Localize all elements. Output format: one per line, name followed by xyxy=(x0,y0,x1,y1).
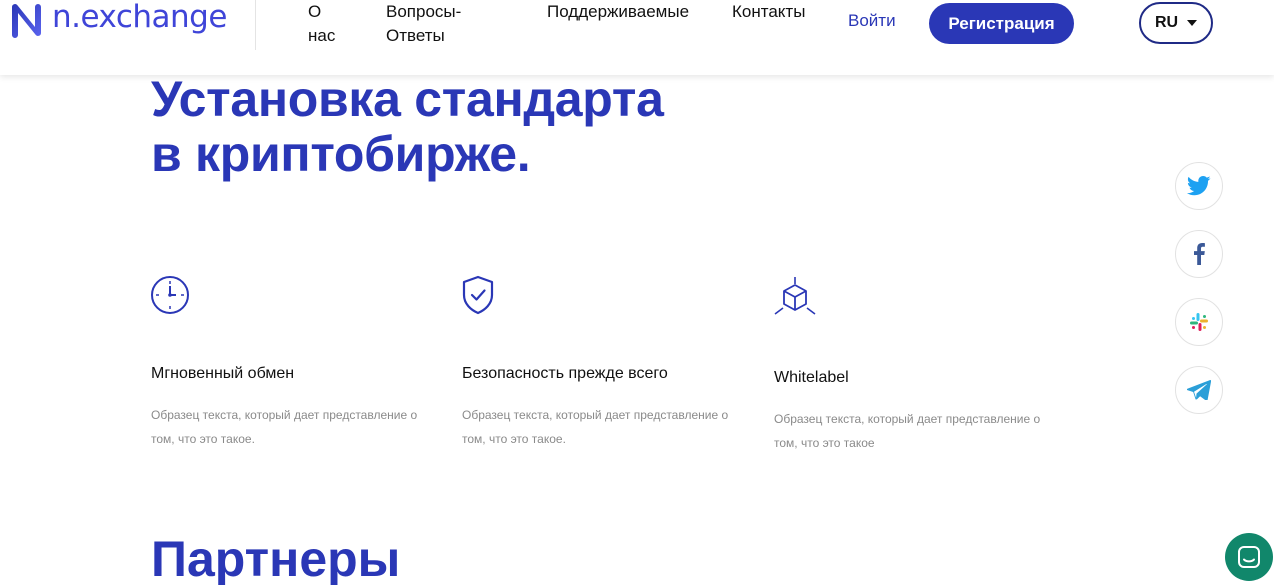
social-slack[interactable] xyxy=(1175,298,1223,346)
feature-description: Образец текста, который дает представлен… xyxy=(151,408,418,446)
site-header: n.exchange О нас Вопросы-Ответы Поддержи… xyxy=(0,0,1274,75)
language-label: RU xyxy=(1154,14,1179,31)
slack-icon xyxy=(1190,313,1208,331)
language-selector[interactable]: RU xyxy=(1139,2,1213,44)
feature-title: Whitelabel xyxy=(774,369,849,386)
register-button[interactable]: Регистрация xyxy=(929,3,1074,44)
nav-about[interactable]: О нас xyxy=(308,0,348,48)
nav-contacts[interactable]: Контакты xyxy=(732,0,805,24)
feature-description: Образец текста, который дает представлен… xyxy=(462,408,729,446)
nav-faq[interactable]: Вопросы-Ответы xyxy=(386,0,476,48)
hero-title-line-1: Установка стандарта xyxy=(151,71,664,127)
social-telegram[interactable] xyxy=(1175,366,1223,414)
nav-supported[interactable]: Поддерживаемые xyxy=(547,0,689,24)
header-divider xyxy=(255,0,256,50)
shield-check-icon xyxy=(462,275,494,315)
partners-title: Партнеры xyxy=(151,531,401,585)
logo[interactable]: n.exchange xyxy=(7,0,227,40)
logo-mark-icon xyxy=(12,4,41,38)
hero-title: Установка стандарта в криптобирже. xyxy=(151,72,664,182)
facebook-icon xyxy=(1194,243,1205,265)
social-facebook[interactable] xyxy=(1175,230,1223,278)
twitter-icon xyxy=(1187,176,1211,196)
chat-icon xyxy=(1238,546,1260,568)
chat-widget-button[interactable] xyxy=(1225,533,1273,581)
hero-title-line-2: в криптобирже. xyxy=(151,126,531,182)
logo-text: n.exchange xyxy=(52,0,227,35)
cube-icon xyxy=(774,277,816,315)
clock-icon xyxy=(151,276,189,314)
login-link[interactable]: Войти xyxy=(848,11,896,31)
telegram-icon xyxy=(1187,380,1211,400)
page: n.exchange О нас Вопросы-Ответы Поддержи… xyxy=(0,0,1274,585)
feature-title: Безопасность прежде всего xyxy=(462,365,668,382)
feature-description: Образец текста, который дает представлен… xyxy=(774,412,1041,450)
social-twitter[interactable] xyxy=(1175,162,1223,210)
caret-down-icon xyxy=(1187,20,1198,26)
feature-title: Мгновенный обмен xyxy=(151,365,295,382)
